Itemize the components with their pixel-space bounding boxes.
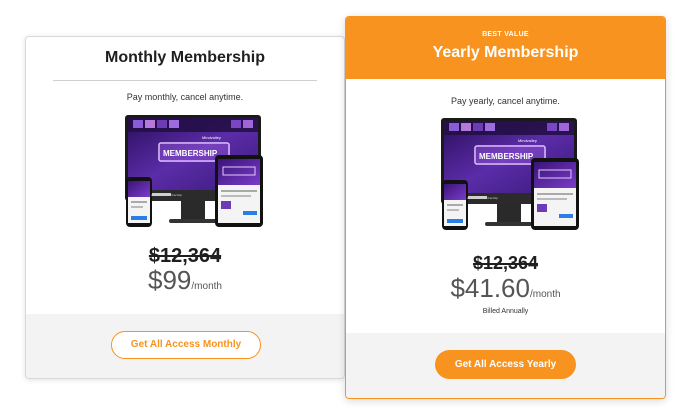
monthly-plan-card: Monthly Membership Pay monthly, cancel a… [25, 36, 345, 379]
title-divider [53, 80, 317, 81]
monthly-price-amount: $99 [148, 265, 192, 295]
monthly-plan-subtitle: Pay monthly, cancel anytime. [126, 92, 244, 102]
yearly-plan-subtitle: Pay yearly, cancel anytime. [451, 96, 560, 106]
device-brand-text: Mindvalley [202, 135, 221, 140]
yearly-price: $41.60/month [346, 273, 665, 304]
monthly-price-period: /month [191, 281, 222, 292]
yearly-plan-title: Yearly Membership [432, 44, 579, 61]
pricing-section: Monthly Membership Pay monthly, cancel a… [0, 0, 700, 413]
membership-devices-image: Mindvalley MEMBERSHIP All Access Members… [124, 115, 264, 228]
yearly-plan-card: BEST VALUE Yearly Membership Pay yearly,… [345, 16, 666, 399]
device-caption-text: All Access Membership [151, 193, 182, 197]
best-value-badge: BEST VALUE [482, 31, 529, 38]
device-headline-text: MEMBERSHIP [479, 152, 534, 161]
monthly-price: $99/month [26, 265, 344, 296]
monthly-plan-title: Monthly Membership [104, 49, 265, 66]
get-all-access-monthly-button[interactable]: Get All Access Monthly [111, 331, 261, 359]
device-brand-text: Mindvalley [518, 138, 537, 143]
billed-annually-note: Billed Annually [482, 308, 529, 315]
yearly-price-period: /month [529, 289, 561, 300]
yearly-price-amount: $41.60 [450, 273, 530, 303]
get-all-access-yearly-button[interactable]: Get All Access Yearly [435, 350, 576, 379]
membership-devices-image: Mindvalley MEMBERSHIP All Access Members… [440, 118, 580, 231]
device-headline-text: MEMBERSHIP [163, 149, 218, 158]
yearly-original-price: $12,364 [472, 253, 539, 273]
device-caption-text: All Access Membership [467, 196, 498, 200]
